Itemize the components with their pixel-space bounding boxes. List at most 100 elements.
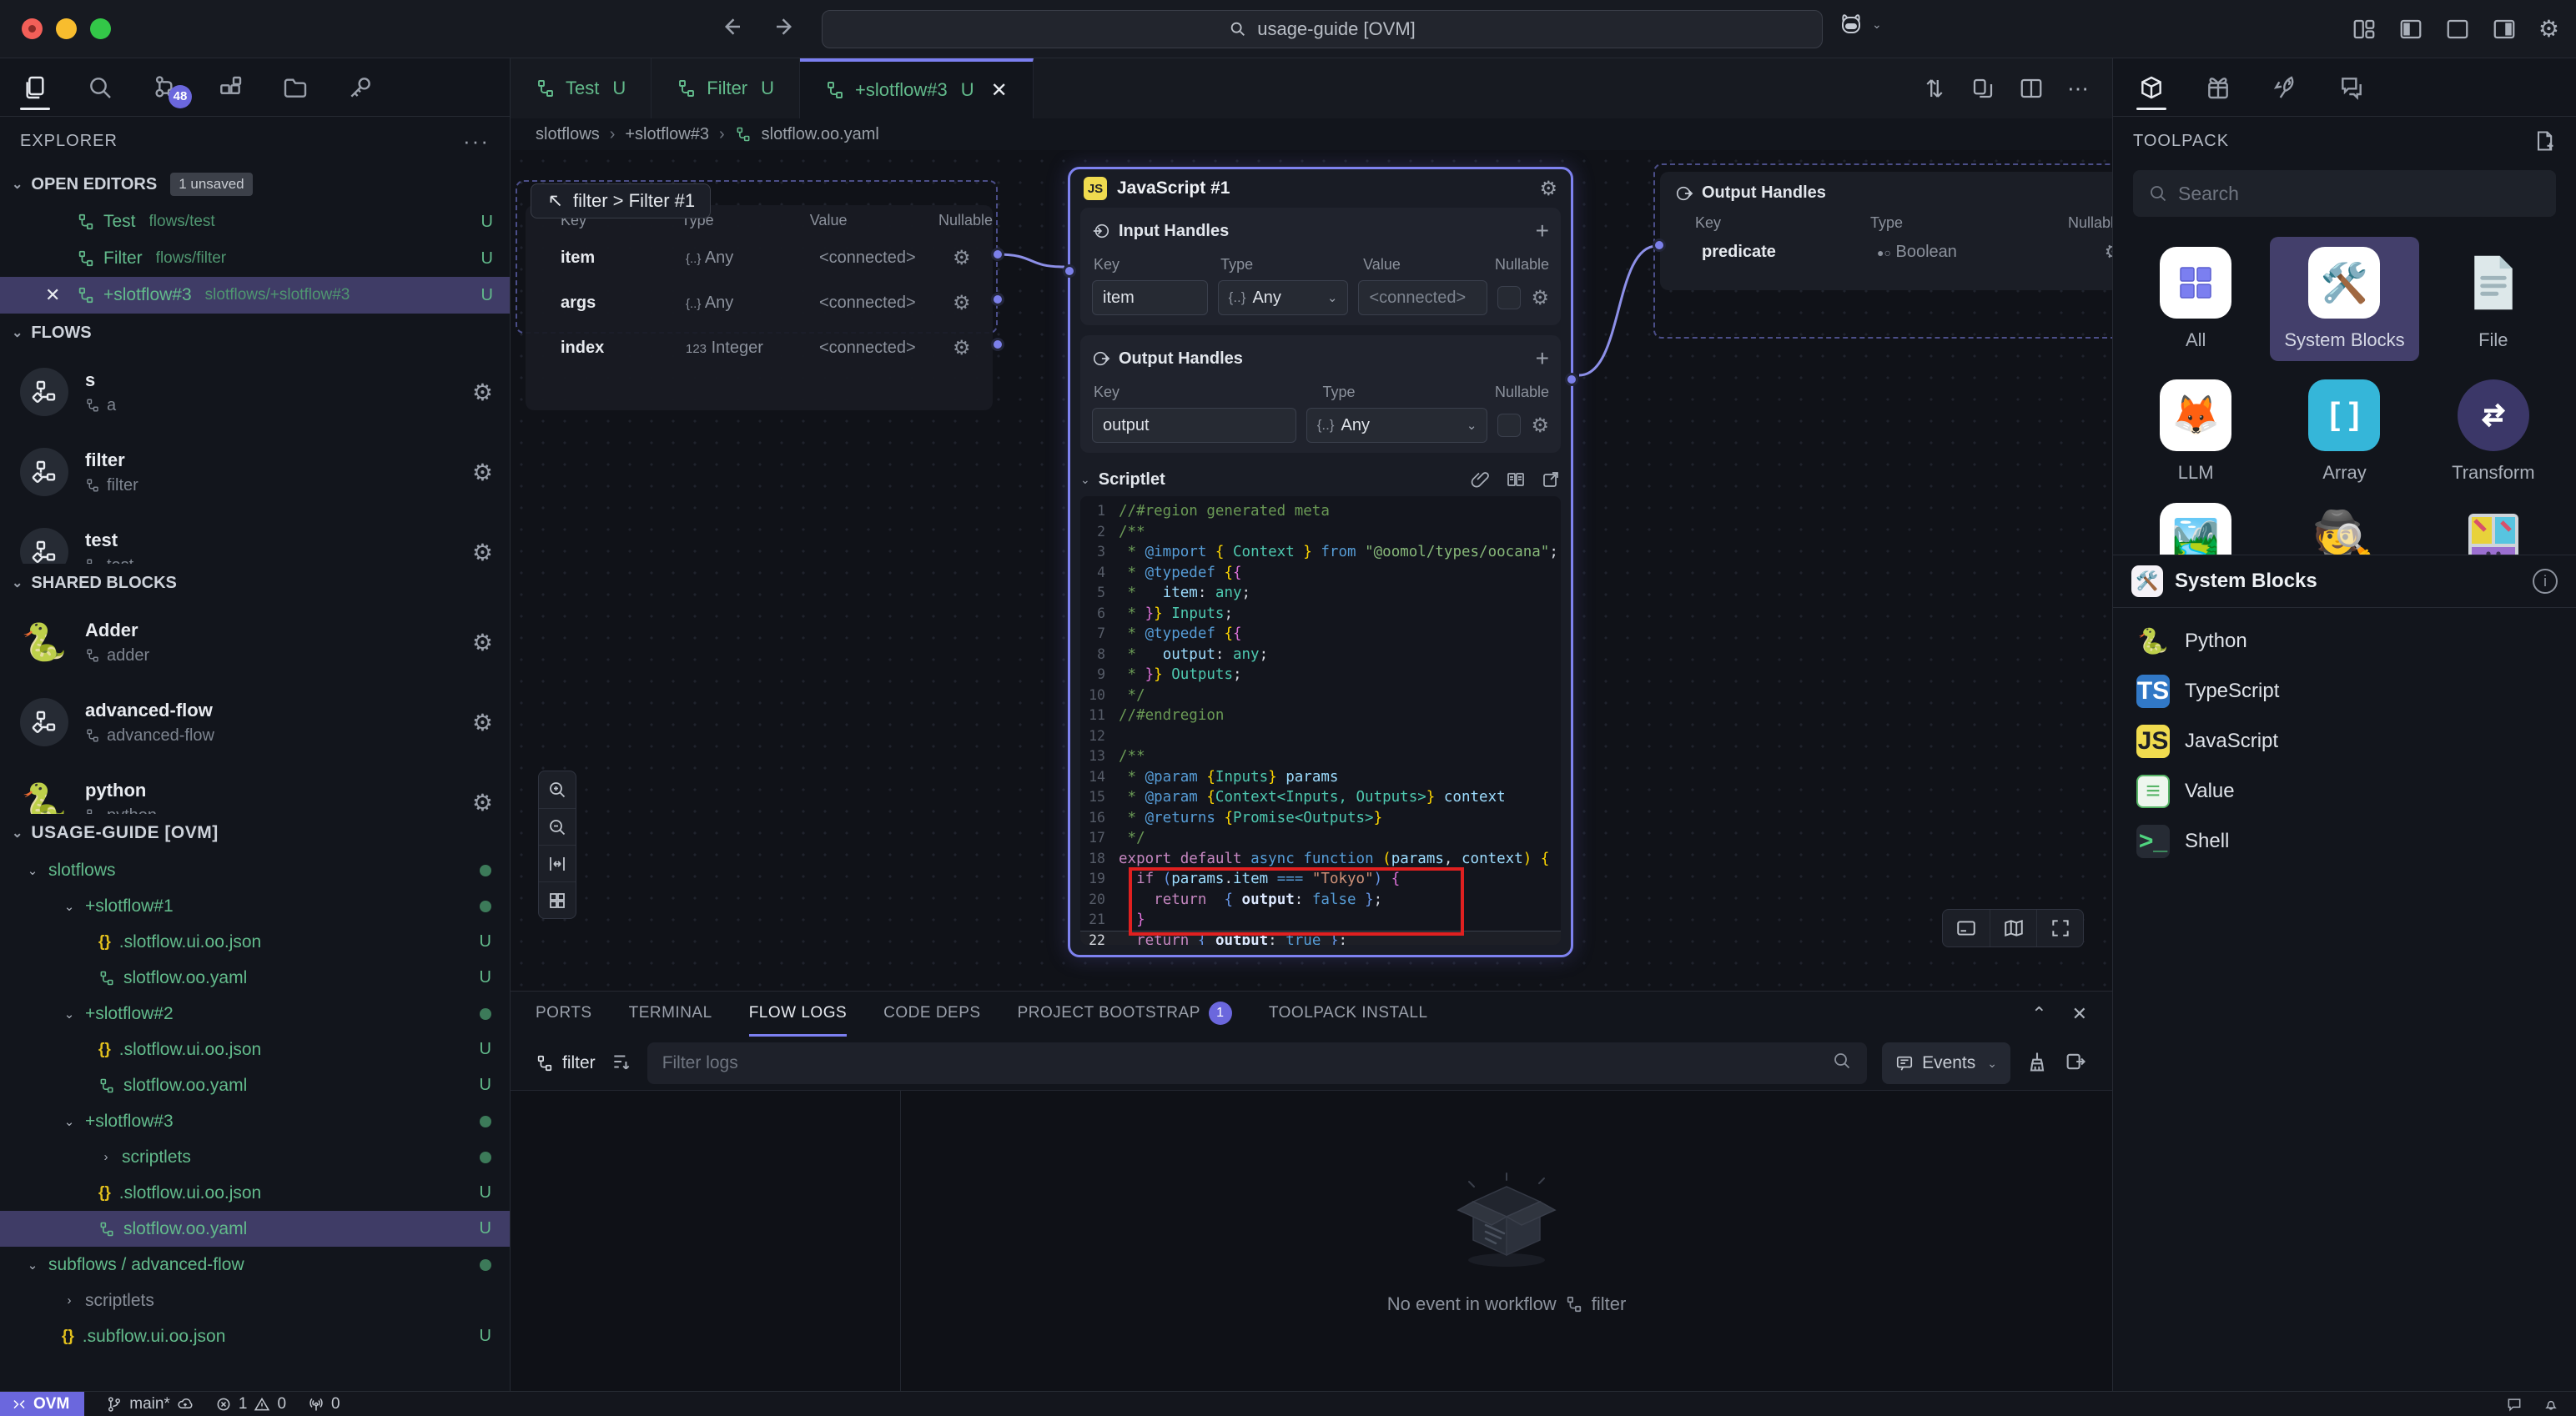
output-nullable-checkbox[interactable] xyxy=(1497,414,1521,437)
settings-gear-icon[interactable]: ⚙ xyxy=(2538,18,2559,41)
code-editor[interactable]: 1//#region generated meta2/**3 * @import… xyxy=(1080,496,1561,945)
grid-layout-button[interactable] xyxy=(539,881,576,918)
maximize-window-button[interactable] xyxy=(90,18,111,39)
tree-item[interactable]: ⌄+slotflow#2 xyxy=(0,996,510,1032)
tree-item[interactable]: {}.slotflow.ui.oo.jsonU xyxy=(0,924,510,960)
tree-item[interactable]: ›scriptlets xyxy=(0,1283,510,1318)
toolpack-category[interactable]: [ ]Array xyxy=(2270,369,2418,494)
flow-card-gear-icon[interactable]: ⚙ xyxy=(472,709,493,736)
log-list-filter-icon[interactable] xyxy=(611,1051,632,1077)
code-line[interactable]: 11//#endregion xyxy=(1080,705,1561,726)
toggle-panel-icon[interactable] xyxy=(2445,17,2470,42)
open-editors-header[interactable]: ⌄ OPEN EDITORS 1 unsaved xyxy=(0,165,510,203)
tree-item[interactable]: ⌄slotflows xyxy=(0,852,510,888)
input-nullable-checkbox[interactable] xyxy=(1497,286,1521,309)
system-block-item[interactable]: ≡Value xyxy=(2113,766,2576,816)
ports-item[interactable]: 0 xyxy=(308,1395,340,1413)
js-node-output-port[interactable] xyxy=(1565,373,1578,386)
code-line[interactable]: 7 * @typedef {{ xyxy=(1080,624,1561,645)
code-line[interactable]: 15 * @param {Context<Inputs, Outputs>} c… xyxy=(1080,787,1561,808)
add-input-handle-button[interactable]: + xyxy=(1536,218,1549,244)
tree-item[interactable]: slotflow.oo.yamlU xyxy=(0,1067,510,1103)
zoom-in-button[interactable] xyxy=(539,771,576,808)
code-line[interactable]: 13/** xyxy=(1080,746,1561,767)
code-line[interactable]: 4 * @typedef {{ xyxy=(1080,563,1561,584)
toolpack-category[interactable] xyxy=(2419,493,2568,555)
code-line[interactable]: 2/** xyxy=(1080,522,1561,543)
toolpack-activity-icon[interactable] xyxy=(2135,65,2168,110)
toolpack-category[interactable]: File xyxy=(2419,237,2568,361)
panel-close-icon[interactable]: ✕ xyxy=(2072,1003,2087,1025)
tree-item[interactable]: slotflow.oo.yamlU xyxy=(0,1211,510,1247)
export-logs-icon[interactable] xyxy=(2064,1050,2087,1077)
tree-item[interactable]: {}.slotflow.ui.oo.jsonU xyxy=(0,1032,510,1067)
split-editor-icon[interactable] xyxy=(2019,76,2044,101)
shared-blocks-header[interactable]: ⌄ SHARED BLOCKS xyxy=(0,564,510,602)
system-block-item[interactable]: JSJavaScript xyxy=(2113,716,2576,766)
project-header[interactable]: ⌄ USAGE-GUIDE [OVM] xyxy=(0,814,510,852)
flow-output-node[interactable]: Output Handles Key Type Nullable predica… xyxy=(1660,172,2112,290)
javascript-node[interactable]: JS JavaScript #1 ⚙ Input Handles + Key T… xyxy=(1068,167,1573,957)
input-type-select[interactable]: {..}Any⌄ xyxy=(1218,280,1349,315)
search-activity-icon[interactable] xyxy=(83,65,117,110)
explorer-activity-icon[interactable] xyxy=(18,65,52,110)
code-line[interactable]: 8 * output: any; xyxy=(1080,645,1561,665)
flow-card-gear-icon[interactable]: ⚙ xyxy=(472,789,493,815)
tree-item[interactable]: ⌄+slotflow#1 xyxy=(0,888,510,924)
node-settings-gear-icon[interactable]: ⚙ xyxy=(1539,177,1557,201)
command-center-search[interactable]: usage-guide [OVM] xyxy=(822,10,1823,48)
open-changes-icon[interactable] xyxy=(1970,76,1995,101)
events-dropdown[interactable]: Events ⌄ xyxy=(1882,1042,2010,1084)
folder-activity-icon[interactable] xyxy=(279,65,312,110)
zoom-out-button[interactable] xyxy=(539,808,576,845)
toggle-right-sidebar-icon[interactable] xyxy=(2492,17,2517,42)
panel-maximize-icon[interactable]: ⌃ xyxy=(2031,1003,2046,1025)
panel-tab[interactable]: TOOLPACK INSTALL xyxy=(1269,992,1428,1037)
system-block-item[interactable]: 🐍Python xyxy=(2113,616,2576,666)
flow-card-gear-icon[interactable]: ⚙ xyxy=(472,379,493,406)
toolpack-category[interactable]: 🦊LLM xyxy=(2121,369,2270,494)
close-icon[interactable]: ✕ xyxy=(991,78,1008,103)
chevron-down-icon[interactable]: ⌄ xyxy=(1080,473,1090,487)
flow-card[interactable]: s a ⚙ xyxy=(0,352,510,432)
clear-logs-icon[interactable] xyxy=(2025,1050,2049,1077)
tree-item[interactable]: {}.subflow.ui.oo.jsonU xyxy=(0,1318,510,1354)
output-port-item[interactable] xyxy=(991,248,1004,261)
panel-tab[interactable]: PORTS xyxy=(536,992,592,1037)
js-node-input-port[interactable] xyxy=(1063,264,1076,278)
toolpack-category[interactable]: 🏞️ xyxy=(2121,493,2270,555)
marketplace-activity-icon[interactable] xyxy=(2201,65,2235,110)
fit-view-button[interactable] xyxy=(539,845,576,881)
close-window-button[interactable] xyxy=(22,18,43,39)
explorer-more-icon[interactable]: ··· xyxy=(463,128,490,154)
panel-tab[interactable]: CODE DEPS xyxy=(883,992,980,1037)
editor-tab[interactable]: Test U xyxy=(511,58,652,118)
key-activity-icon[interactable] xyxy=(344,65,377,110)
input-row-gear-icon[interactable]: ⚙ xyxy=(1531,286,1549,310)
open-editor-item[interactable]: Test flows/test U xyxy=(0,203,510,240)
output-row-gear-icon[interactable]: ⚙ xyxy=(1531,414,1549,438)
mascot-menu[interactable]: ⌄ xyxy=(1837,12,1882,37)
panel-tab[interactable]: FLOW LOGS xyxy=(749,992,847,1037)
tree-item[interactable]: ›scriptlets xyxy=(0,1139,510,1175)
code-line[interactable]: 14 * @param {Inputs} params xyxy=(1080,767,1561,788)
docs-icon[interactable] xyxy=(1506,469,1526,490)
deploy-activity-icon[interactable] xyxy=(2268,65,2302,110)
layout-icon[interactable] xyxy=(2352,17,2377,42)
flow-card[interactable]: 🐍 python python ⚙ xyxy=(0,762,510,814)
code-line[interactable]: 18export default async function (params,… xyxy=(1080,849,1561,870)
log-flow-selector[interactable]: filter xyxy=(536,1053,596,1073)
forward-button[interactable] xyxy=(772,14,797,43)
more-actions-icon[interactable]: ⋯ xyxy=(2067,76,2089,102)
system-blocks-header[interactable]: 🛠️ System Blocks i xyxy=(2113,555,2576,608)
panel-tab[interactable]: PROJECT BOOTSTRAP 1 xyxy=(1018,992,1232,1037)
code-line[interactable]: 16 * @returns {Promise<Outputs>} xyxy=(1080,808,1561,829)
code-line[interactable]: 9 * }} Outputs; xyxy=(1080,665,1561,685)
flows-activity-icon[interactable]: 48 xyxy=(148,65,182,110)
input-key-field[interactable]: item xyxy=(1092,280,1208,315)
toolpack-category[interactable]: 🛠️System Blocks xyxy=(2270,237,2418,361)
code-line[interactable]: 5 * item: any; xyxy=(1080,583,1561,604)
breadcrumb-segment[interactable]: slotflows xyxy=(536,125,600,144)
breadcrumb-segment[interactable]: slotflow.oo.yaml xyxy=(762,125,879,144)
panel-tab[interactable]: TERMINAL xyxy=(629,992,712,1037)
